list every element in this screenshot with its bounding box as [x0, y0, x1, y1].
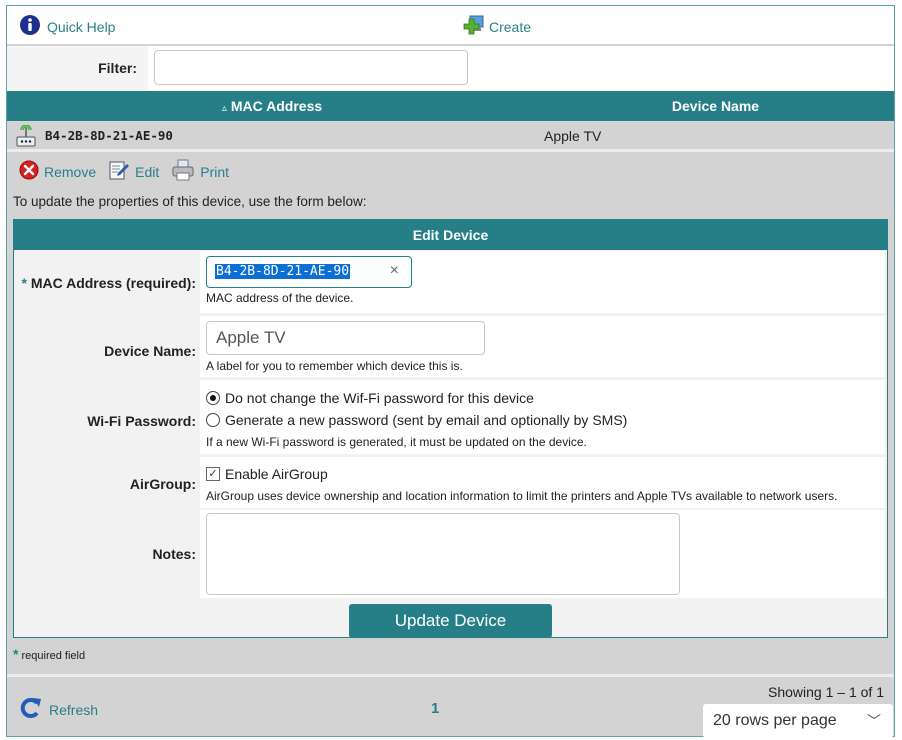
filter-cell	[148, 46, 894, 91]
remove-button[interactable]: Remove	[19, 160, 96, 183]
wifi-password-cell: Do not change the Wif-Fi password for th…	[200, 380, 885, 454]
sort-ascending-icon: ▵	[221, 103, 227, 114]
device-name-row: Device Name: Apple TV A label for you to…	[14, 316, 887, 377]
mac-address-value: B4-2B-8D-21-AE-90	[215, 264, 351, 279]
showing-count: Showing 1 – 1 of 1	[768, 684, 884, 700]
update-device-button[interactable]: Update Device	[349, 604, 552, 638]
filter-input[interactable]	[154, 50, 468, 85]
radio-selected-icon	[206, 391, 220, 405]
device-manager-panel: Quick Help Create Filter: ▵ MAC Address D…	[6, 5, 895, 738]
required-field-text: required field	[21, 650, 86, 662]
enable-airgroup-checkbox[interactable]: ✓ Enable AirGroup	[206, 466, 328, 482]
table-row[interactable]: B4-2B-8D-21-AE-90 Apple TV	[7, 121, 894, 152]
print-label: Print	[200, 163, 230, 180]
mac-address-row: * MAC Address (required): B4-2B-8D-21-AE…	[14, 251, 887, 313]
mac-address-input[interactable]: B4-2B-8D-21-AE-90 ×	[206, 256, 412, 288]
airgroup-help: AirGroup uses device ownership and locat…	[206, 489, 838, 503]
device-name-cell: Apple TV A label for you to remember whi…	[200, 316, 885, 377]
info-icon	[19, 14, 41, 39]
refresh-button[interactable]: Refresh	[19, 697, 98, 722]
quick-help-link[interactable]: Quick Help	[19, 14, 115, 39]
airgroup-label: AirGroup:	[129, 476, 196, 492]
required-marker: *	[21, 275, 27, 291]
refresh-label: Refresh	[49, 701, 99, 718]
airgroup-cell: ✓ Enable AirGroup AirGroup uses device o…	[200, 457, 885, 508]
table-header: ▵ MAC Address Device Name	[7, 91, 894, 121]
checkbox-checked-icon: ✓	[206, 467, 220, 481]
chevron-down-icon: ﹀	[867, 713, 881, 729]
device-name-input[interactable]: Apple TV	[206, 321, 485, 355]
edit-label: Edit	[135, 163, 160, 180]
mac-address-help: MAC address of the device.	[206, 291, 354, 305]
column-header-mac-address[interactable]: ▵ MAC Address	[7, 91, 537, 124]
rows-per-page-select[interactable]: 20 rows per page ﹀	[703, 704, 893, 738]
device-name-label: Device Name:	[104, 343, 196, 359]
airgroup-row: AirGroup: ✓ Enable AirGroup AirGroup use…	[14, 457, 887, 508]
create-link[interactable]: Create	[461, 14, 531, 39]
row-actions: Remove Edit Print	[19, 159, 237, 184]
edit-icon	[108, 159, 130, 184]
notes-label: Notes:	[152, 546, 196, 562]
radio-unselected-icon	[206, 413, 220, 427]
clear-input-icon[interactable]: ×	[390, 262, 399, 280]
wifi-password-row: Wi-Fi Password: Do not change the Wif-Fi…	[14, 380, 887, 454]
row-device-name: Apple TV	[544, 128, 602, 144]
radio-keep-password[interactable]: Do not change the Wif-Fi password for th…	[206, 390, 534, 406]
network-device-icon	[15, 124, 37, 150]
filter-row: Filter:	[7, 46, 894, 91]
remove-icon	[19, 160, 39, 183]
device-name-help: A label for you to remember which device…	[206, 359, 463, 373]
mac-address-cell: B4-2B-8D-21-AE-90 × MAC address of the d…	[200, 251, 885, 313]
radio-label: Do not change the Wif-Fi password for th…	[225, 390, 534, 406]
required-field-note: * required field	[13, 646, 85, 662]
filter-label: Filter:	[7, 46, 147, 91]
notes-cell	[200, 510, 885, 598]
radio-generate-password[interactable]: Generate a new password (sent by email a…	[206, 412, 627, 428]
refresh-icon	[19, 697, 43, 722]
create-label: Create	[489, 18, 532, 35]
toolbar: Quick Help Create	[7, 6, 894, 44]
wifi-password-help: If a new Wi-Fi password is generated, it…	[206, 435, 587, 449]
remove-label: Remove	[44, 163, 97, 180]
wifi-password-label: Wi-Fi Password:	[87, 413, 196, 429]
pagination-footer: Refresh 1 Showing 1 – 1 of 1 20 rows per…	[7, 674, 894, 738]
column-header-device-name[interactable]: Device Name	[537, 91, 894, 121]
notes-row: Notes:	[14, 510, 887, 598]
column-label: MAC Address	[230, 98, 323, 114]
checkbox-label: Enable AirGroup	[225, 466, 328, 482]
form-title: Edit Device	[14, 220, 887, 250]
quick-help-label: Quick Help	[47, 18, 116, 35]
page-number-current[interactable]: 1	[431, 700, 439, 717]
notes-textarea[interactable]	[206, 513, 680, 595]
row-mac-address: B4-2B-8D-21-AE-90	[45, 128, 173, 143]
mac-address-label: * MAC Address (required):	[14, 275, 196, 291]
rows-per-page-value: 20 rows per page	[713, 712, 837, 729]
edit-device-form: Edit Device * MAC Address (required): B4…	[13, 219, 888, 638]
print-button[interactable]: Print	[171, 159, 229, 184]
required-marker: *	[13, 646, 19, 662]
edit-button[interactable]: Edit	[108, 159, 159, 184]
mac-address-label-text: MAC Address (required):	[30, 275, 196, 291]
form-instructions: To update the properties of this device,…	[13, 194, 367, 209]
column-label: Device Name	[671, 98, 760, 114]
printer-icon	[171, 159, 195, 184]
create-device-icon	[461, 14, 485, 39]
radio-label: Generate a new password (sent by email a…	[225, 412, 628, 428]
